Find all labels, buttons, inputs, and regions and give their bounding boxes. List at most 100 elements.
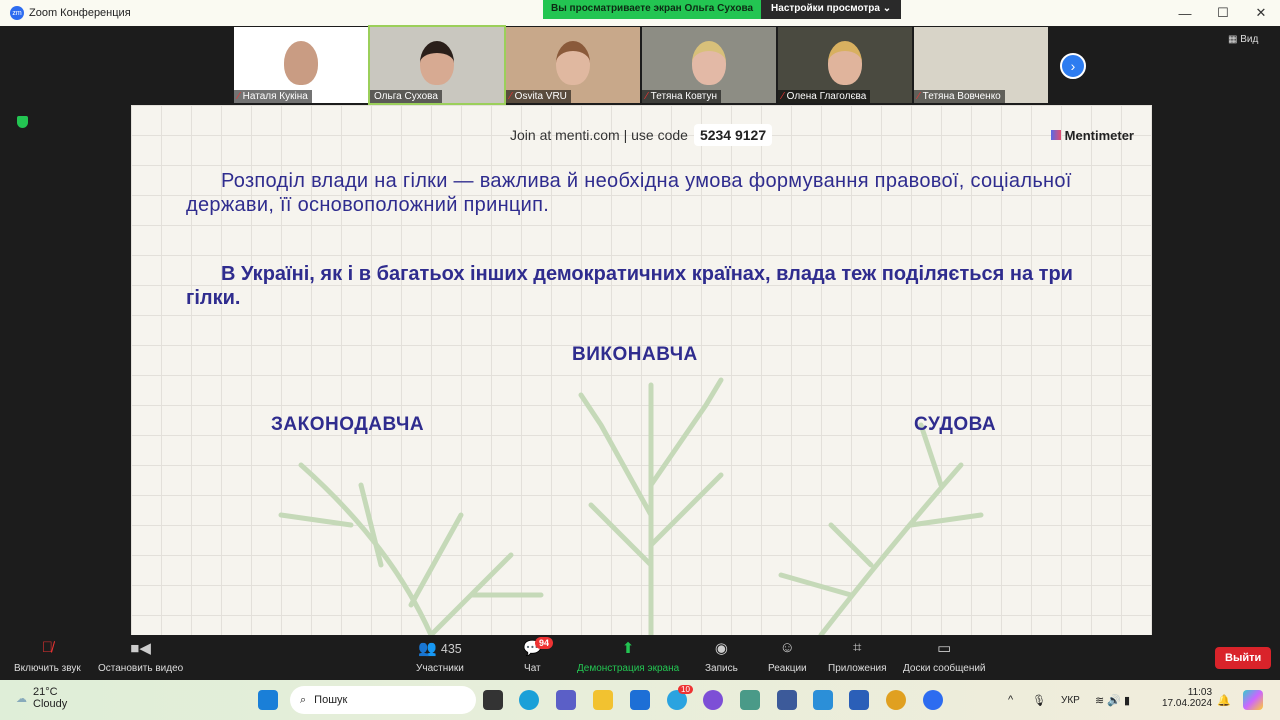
mic-muted-icon: ⁄ <box>646 91 648 102</box>
view-label: Вид <box>1240 34 1259 45</box>
word-icon[interactable] <box>849 690 869 710</box>
apps-icon: ⌗ <box>853 639 862 656</box>
notification-bell-icon[interactable]: 🔔 <box>1217 694 1231 707</box>
share-banner: Вы просматриваете экран Ольга Сухова Нас… <box>543 0 902 19</box>
branch-executive: ВИКОНАВЧА <box>572 344 698 365</box>
branch-legislative: ЗАКОНОДАВЧА <box>271 414 425 435</box>
viber-icon[interactable] <box>703 690 723 710</box>
copilot-icon[interactable] <box>1243 690 1263 710</box>
unmute-button[interactable]: 🎙̸ Включить звук <box>14 639 81 674</box>
mic-muted-icon: ⁄ <box>238 91 240 102</box>
teams-icon[interactable] <box>556 690 576 710</box>
chat-label: Чат <box>524 663 541 674</box>
mentimeter-logo: Mentimeter <box>1050 128 1134 143</box>
view-button[interactable]: ▦ Вид <box>1228 34 1258 45</box>
zoom-logo-icon: zm <box>10 6 24 20</box>
tree-center <box>578 377 724 635</box>
grid-icon: ▦ <box>1228 34 1238 45</box>
participant-name: Наталя Кукіна <box>242 91 308 102</box>
participants-label: Участники <box>416 663 464 674</box>
mic-muted-icon: ⁄ <box>918 91 920 102</box>
task-view-icon[interactable] <box>483 690 503 710</box>
telegram-badge: 10 <box>678 685 693 694</box>
next-page-button[interactable]: › <box>1060 53 1086 79</box>
participant-tile[interactable]: ⁄ Тетяна Вовченко <box>914 27 1048 103</box>
chat-badge: 94 <box>535 637 554 649</box>
leave-button[interactable]: Выйти <box>1215 647 1272 669</box>
chatgpt-icon[interactable] <box>740 690 760 710</box>
zoom-taskbar-icon[interactable] <box>923 690 943 710</box>
shared-slide: Join at menti.com | use code 5234 9127 Me… <box>131 105 1152 635</box>
participant-strip: ⁄ Наталя Кукіна Ольга Сухова ⁄ Osvita VRU … <box>234 25 1048 105</box>
language-indicator[interactable]: УКР <box>1061 695 1080 706</box>
security-shield-icon <box>17 116 28 128</box>
share-screen-icon: ⬆ <box>621 640 635 657</box>
smiley-icon: ☺ <box>779 639 795 656</box>
participant-tile[interactable]: ⁄ Олена Глаголєва <box>778 27 912 103</box>
tree-right <box>778 422 984 635</box>
whiteboards-label: Доски сообщений <box>903 663 986 674</box>
record-button[interactable]: ◉ Запись <box>705 639 738 674</box>
participant-tile[interactable]: ⁄ Osvita VRU <box>506 27 640 103</box>
stop-video-button[interactable]: ■◀ Остановить видео <box>98 639 183 674</box>
whiteboards-button[interactable]: ▭ Доски сообщений <box>903 639 986 674</box>
unmute-label: Включить звук <box>14 663 81 674</box>
chevron-down-icon: ⌄ <box>882 3 892 14</box>
participants-button[interactable]: 👥 435 Участники <box>416 639 464 674</box>
file-explorer-icon[interactable] <box>593 690 613 710</box>
globe-app-icon[interactable] <box>813 690 833 710</box>
temperature: 21°C <box>33 686 58 698</box>
participants-count: 435 <box>440 642 462 656</box>
time: 11:03 <box>1187 687 1213 698</box>
share-screen-button[interactable]: ⬆ Демонстрация экрана <box>577 639 679 674</box>
whiteboard-icon: ▭ <box>937 640 952 657</box>
participant-name: Олена Глаголєва <box>786 91 867 102</box>
minimize-button[interactable]: — <box>1166 0 1204 26</box>
participant-tile[interactable]: Ольга Сухова <box>368 25 506 105</box>
search-icon: ⌕ <box>300 693 307 706</box>
edge-icon[interactable] <box>519 690 539 710</box>
paragraph-1: Розподіл влади на гілки — важлива й необ… <box>186 170 1072 216</box>
microphone-icon: 🎙 <box>1032 694 1046 707</box>
weather-widget[interactable]: ☁ 21°C Cloudy <box>16 686 67 710</box>
stop-video-label: Остановить видео <box>98 663 184 674</box>
taskbar-search[interactable]: ⌕ Пошук <box>290 686 476 714</box>
record-label: Запись <box>705 663 738 674</box>
mic-muted-icon: ⁄ <box>510 91 512 102</box>
apps-label: Приложения <box>828 663 887 674</box>
meeting-toolbar: 🎙̸ Включить звук ■◀ Остановить видео 👥 435… <box>0 635 1280 680</box>
record-icon: ◉ <box>714 640 728 657</box>
camera-icon: ■◀ <box>130 640 151 657</box>
participant-tile[interactable]: ⁄ Наталя Кукіна <box>234 27 368 103</box>
paragraph-2: В Україні, як і в багатьох інших демокра… <box>186 263 1073 309</box>
start-button[interactable] <box>258 690 278 710</box>
close-button[interactable]: ✕ <box>1242 0 1280 26</box>
join-code: 5234 9127 <box>693 124 773 146</box>
mic-muted-icon: ⁄ <box>782 91 784 102</box>
windows-taskbar: ☁ 21°C Cloudy ⌕ Пошук 10 ^ 🎙 УКР ≋ 🔊 ▮ 11:… <box>0 680 1280 720</box>
share-status: Вы просматриваете экран Ольга Сухова <box>543 0 762 19</box>
show-hidden-icons[interactable]: ^ <box>1008 694 1013 706</box>
mail-icon[interactable] <box>630 690 650 710</box>
chrome-icon[interactable] <box>886 690 906 710</box>
network-volume-icons[interactable]: ≋ 🔊 ▮ <box>1095 694 1130 707</box>
brand-name: Mentimeter <box>1064 128 1134 143</box>
join-text: Join at menti.com | use code <box>510 127 688 143</box>
date: 17.04.2024 <box>1162 698 1213 709</box>
clock[interactable]: 11:03 17.04.2024 <box>1162 687 1212 709</box>
reactions-button[interactable]: ☺ Реакции <box>768 639 807 674</box>
window-title: Zoom Конференция <box>29 7 131 19</box>
join-instructions: Join at menti.com | use code 5234 9127 <box>510 124 773 146</box>
participant-name: Ольга Сухова <box>374 91 438 102</box>
view-settings-button[interactable]: Настройки просмотра ⌄ <box>761 0 902 19</box>
maximize-button[interactable]: ☐ <box>1204 0 1242 26</box>
view-settings-label: Настройки просмотра <box>771 3 880 14</box>
chevron-right-icon: › <box>1070 58 1076 74</box>
mentimeter-icon <box>1050 130 1061 140</box>
participants-icon: 👥 435 <box>418 640 462 657</box>
tree-left <box>278 462 544 635</box>
participant-tile[interactable]: ⁄ Тетяна Ковтун <box>642 27 776 103</box>
apps-button[interactable]: ⌗ Приложения <box>828 639 887 674</box>
app-icon[interactable] <box>777 690 797 710</box>
participant-name: Тетяна Вовченко <box>922 91 1001 102</box>
